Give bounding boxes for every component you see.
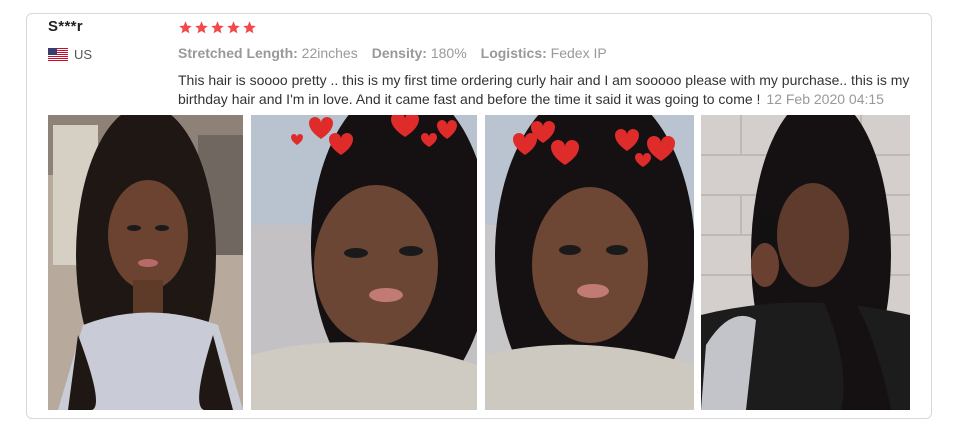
- review-photo-4[interactable]: [701, 115, 910, 410]
- reviewer-country: US: [48, 47, 92, 62]
- attr-density: Density: 180%: [371, 45, 467, 61]
- star-icon: [242, 20, 257, 35]
- review-photo-3[interactable]: [485, 115, 694, 410]
- customer-photo-phone-call-icon: [701, 115, 910, 410]
- attr-logistics: Logistics: Fedex IP: [480, 45, 607, 61]
- reviewer-name: S***r: [48, 18, 83, 35]
- customer-photo-car-icon: [48, 115, 243, 410]
- review-body: This hair is soooo pretty .. this is my …: [178, 71, 918, 109]
- country-code: US: [74, 47, 93, 62]
- star-icon: [226, 20, 241, 35]
- review-photo-2[interactable]: [251, 115, 477, 410]
- customer-photo-hearts-filter-icon: [485, 115, 694, 410]
- star-icon: [210, 20, 225, 35]
- review-date: 12 Feb 2020 04:15: [766, 91, 884, 107]
- review-photo-1[interactable]: [48, 115, 243, 410]
- rating-stars: [178, 20, 257, 35]
- us-flag-icon: [48, 48, 68, 61]
- attr-stretched-length: Stretched Length: 22inches: [178, 45, 358, 61]
- star-icon: [194, 20, 209, 35]
- review-attributes: Stretched Length: 22inches Density: 180%…: [178, 45, 607, 61]
- reviewer-info: S***r US: [48, 18, 92, 62]
- star-icon: [178, 20, 193, 35]
- customer-photo-hearts-filter-icon: [251, 115, 477, 410]
